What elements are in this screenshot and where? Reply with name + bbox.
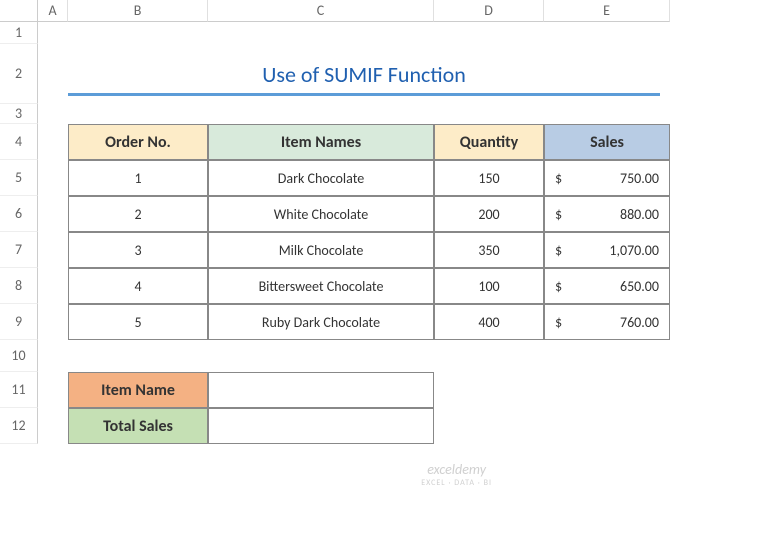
row-header-1[interactable]: 1 <box>0 22 38 44</box>
table-cell[interactable]: Ruby Dark Chocolate <box>208 304 434 340</box>
currency-symbol: $ <box>555 278 562 295</box>
cell[interactable] <box>38 372 68 408</box>
cell[interactable] <box>38 196 68 232</box>
row-header-5[interactable]: 5 <box>0 160 38 196</box>
row-header-2[interactable]: 2 <box>0 44 38 104</box>
cell[interactable] <box>38 160 68 196</box>
table-cell[interactable]: 3 <box>68 232 208 268</box>
table-cell[interactable]: 5 <box>68 304 208 340</box>
cell[interactable] <box>38 268 68 304</box>
cell[interactable] <box>38 44 68 104</box>
table-cell[interactable]: 150 <box>434 160 544 196</box>
currency-symbol: $ <box>555 314 562 331</box>
sales-value: 760.00 <box>620 314 659 331</box>
cell[interactable] <box>38 104 670 124</box>
item-name-input[interactable] <box>208 372 434 408</box>
sales-value: 880.00 <box>620 206 659 223</box>
table-cell[interactable]: Bittersweet Chocolate <box>208 268 434 304</box>
row-header-12[interactable]: 12 <box>0 408 38 444</box>
col-header-e[interactable]: E <box>544 0 670 22</box>
table-cell[interactable]: 4 <box>68 268 208 304</box>
watermark-tagline: EXCEL · DATA · BI <box>421 478 492 488</box>
table-cell[interactable]: 2 <box>68 196 208 232</box>
col-header-a[interactable]: A <box>38 0 68 22</box>
currency-symbol: $ <box>555 170 562 187</box>
total-sales-output[interactable] <box>208 408 434 444</box>
item-name-label: Item Name <box>68 372 208 408</box>
sales-value: 1,070.00 <box>609 242 659 259</box>
table-cell[interactable]: Dark Chocolate <box>208 160 434 196</box>
sales-value: 750.00 <box>620 170 659 187</box>
cell[interactable] <box>38 340 670 372</box>
row-header-3[interactable]: 3 <box>0 104 38 124</box>
watermark-brand: exceldemy <box>421 461 492 478</box>
table-cell[interactable]: White Chocolate <box>208 196 434 232</box>
col-header-d[interactable]: D <box>434 0 544 22</box>
row-header-10[interactable]: 10 <box>0 340 38 372</box>
row-header-4[interactable]: 4 <box>0 124 38 160</box>
col-item-names: Item Names <box>208 124 434 160</box>
currency-symbol: $ <box>555 206 562 223</box>
sales-value: 650.00 <box>620 278 659 295</box>
row-header-8[interactable]: 8 <box>0 268 38 304</box>
currency-symbol: $ <box>555 242 562 259</box>
col-header-c[interactable]: C <box>208 0 434 22</box>
table-cell[interactable]: 400 <box>434 304 544 340</box>
row-header-11[interactable]: 11 <box>0 372 38 408</box>
cell[interactable] <box>434 408 670 444</box>
watermark: exceldemy EXCEL · DATA · BI <box>421 461 492 488</box>
table-cell[interactable]: $1,070.00 <box>544 232 670 268</box>
cell[interactable] <box>38 124 68 160</box>
col-quantity: Quantity <box>434 124 544 160</box>
table-cell[interactable]: 1 <box>68 160 208 196</box>
cell[interactable] <box>38 408 68 444</box>
table-cell[interactable]: 200 <box>434 196 544 232</box>
cell[interactable] <box>38 22 670 44</box>
table-cell[interactable]: Milk Chocolate <box>208 232 434 268</box>
table-cell[interactable]: $880.00 <box>544 196 670 232</box>
total-sales-label: Total Sales <box>68 408 208 444</box>
row-header-7[interactable]: 7 <box>0 232 38 268</box>
cell[interactable] <box>38 232 68 268</box>
table-cell[interactable]: $650.00 <box>544 268 670 304</box>
table-cell[interactable]: $760.00 <box>544 304 670 340</box>
row-header-6[interactable]: 6 <box>0 196 38 232</box>
table-cell[interactable]: $750.00 <box>544 160 670 196</box>
cell[interactable] <box>434 372 670 408</box>
spreadsheet-grid: A B C D E 1 2 Use of SUMIF Function 3 4 … <box>0 0 767 444</box>
col-sales: Sales <box>544 124 670 160</box>
col-header-b[interactable]: B <box>68 0 208 22</box>
table-cell[interactable]: 100 <box>434 268 544 304</box>
cell[interactable] <box>38 304 68 340</box>
page-title: Use of SUMIF Function <box>68 56 660 96</box>
col-order-no: Order No. <box>68 124 208 160</box>
row-header-9[interactable]: 9 <box>0 304 38 340</box>
corner-cell[interactable] <box>0 0 38 22</box>
table-cell[interactable]: 350 <box>434 232 544 268</box>
